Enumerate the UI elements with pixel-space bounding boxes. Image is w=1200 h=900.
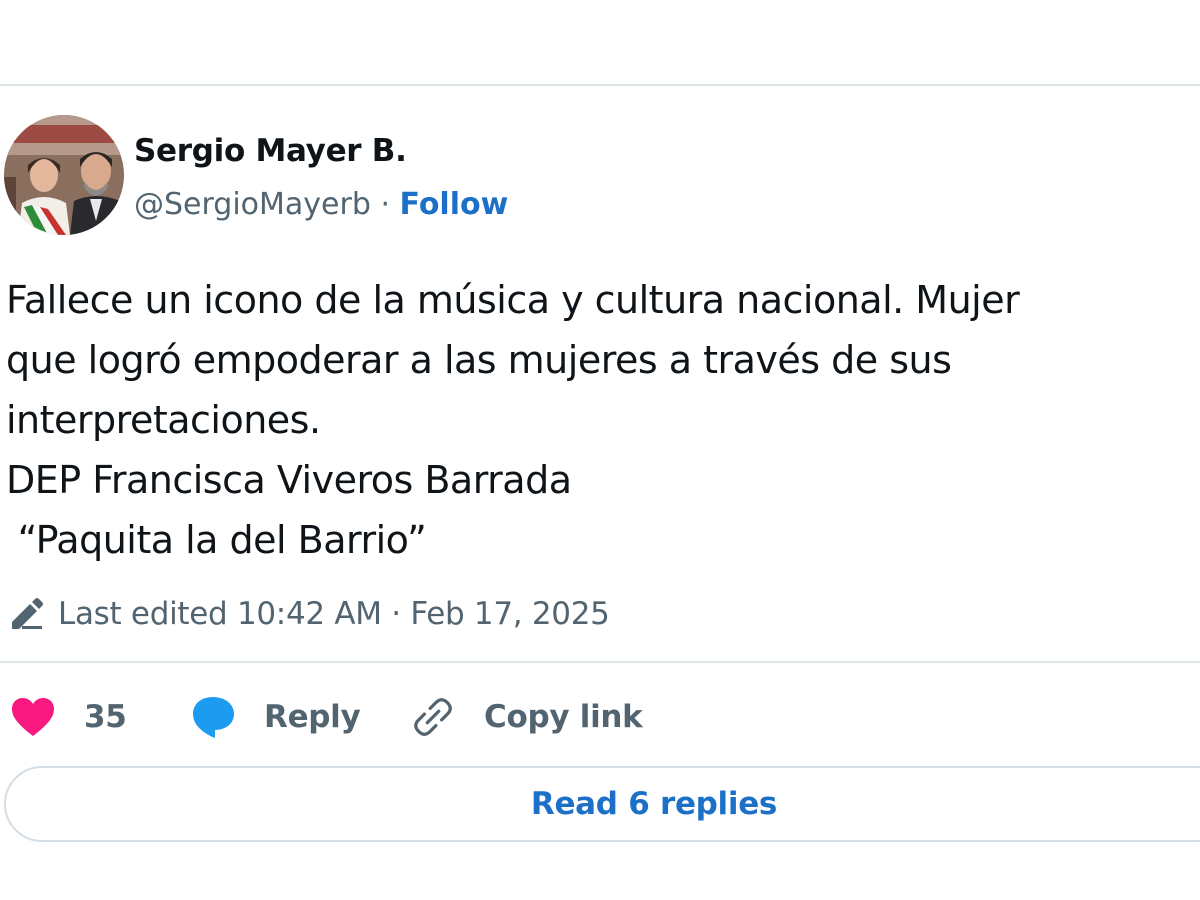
author-name[interactable]: Sergio Mayer B. (134, 133, 407, 169)
action-bar: 35 Reply Copy link (0, 690, 1200, 744)
like-count: 35 (84, 699, 127, 735)
copy-link-button[interactable]: Copy link (410, 690, 643, 744)
tweet-header: Sergio Mayer B. @SergioMayerb · Follow (0, 113, 1200, 243)
edited-timestamp: Last edited 10:42 AM · Feb 17, 2025 (58, 596, 610, 632)
reply-button[interactable]: Reply (190, 690, 361, 744)
pencil-icon (8, 595, 46, 633)
mid-divider (0, 661, 1200, 663)
author-handle[interactable]: @SergioMayerb (134, 187, 371, 222)
copy-link-label: Copy link (484, 699, 643, 735)
like-button[interactable]: 35 (10, 690, 127, 744)
read-replies-label: Read 6 replies (530, 786, 778, 822)
avatar[interactable] (4, 115, 124, 235)
handle-separator: · (380, 187, 390, 222)
reply-label: Reply (264, 699, 361, 735)
edited-line[interactable]: Last edited 10:42 AM · Feb 17, 2025 (8, 592, 610, 636)
tweet-text: Fallece un icono de la música y cultura … (6, 278, 1020, 562)
heart-icon (10, 694, 56, 740)
speech-bubble-icon (190, 694, 236, 740)
read-replies-button[interactable]: Read 6 replies (4, 766, 1200, 842)
handle-line: @SergioMayerb · Follow (134, 187, 508, 222)
avatar-photo (4, 115, 124, 235)
link-icon (410, 694, 456, 740)
follow-button[interactable]: Follow (400, 187, 509, 222)
top-divider (0, 84, 1200, 86)
